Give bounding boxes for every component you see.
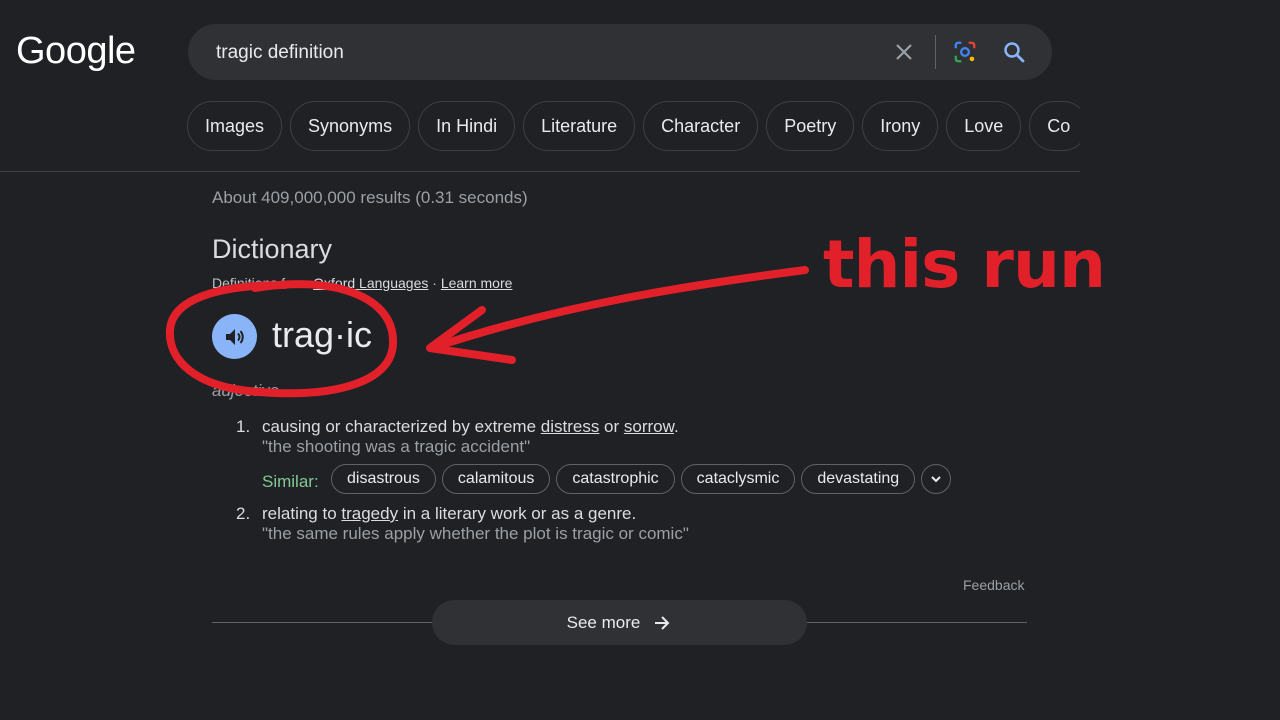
chip-truncated[interactable]: Co xyxy=(1029,101,1080,151)
similar-label: Similar: xyxy=(262,472,319,491)
feedback-link[interactable]: Feedback xyxy=(963,577,1024,593)
clear-icon[interactable] xyxy=(892,40,916,64)
chevron-down-icon xyxy=(931,476,941,483)
learn-more-link[interactable]: Learn more xyxy=(441,275,513,291)
see-more-label: See more xyxy=(566,612,641,632)
chip-irony[interactable]: Irony xyxy=(862,101,939,151)
chip-in-hindi[interactable]: In Hindi xyxy=(418,101,516,151)
source-separator: · xyxy=(432,275,437,291)
search-input[interactable] xyxy=(214,24,868,82)
definition-text: causing or characterized by extreme dist… xyxy=(262,417,679,437)
speaker-icon xyxy=(225,328,244,345)
sorrow-link[interactable]: sorrow xyxy=(624,417,674,436)
chip-love[interactable]: Love xyxy=(946,101,1022,151)
dictionary-title: Dictionary xyxy=(212,234,333,264)
oxford-languages-link[interactable]: Oxford Languages xyxy=(313,275,428,291)
see-more-divider-left xyxy=(212,622,432,623)
arrow-right-icon xyxy=(655,615,670,630)
definition-example: "the same rules apply whether the plot i… xyxy=(262,524,689,543)
part-of-speech: adjective xyxy=(212,381,280,400)
headword: trag·ic xyxy=(272,314,373,355)
annotation-arrow-head xyxy=(426,306,516,364)
distress-link[interactable]: distress xyxy=(541,417,600,436)
see-more-divider-right xyxy=(807,622,1027,623)
similar-chip[interactable]: calamitous xyxy=(441,464,551,494)
chip-character[interactable]: Character xyxy=(643,101,759,151)
definition-text-part: in a literary work or as a genre. xyxy=(398,504,637,523)
result-stats: About 409,000,000 results (0.31 seconds) xyxy=(212,188,528,207)
chip-images[interactable]: Images xyxy=(187,101,283,151)
definition-text: relating to tragedy in a literary work o… xyxy=(262,504,636,524)
search-bar[interactable] xyxy=(188,24,1052,82)
definition-number: 1. xyxy=(236,417,251,436)
chip-synonyms[interactable]: Synonyms xyxy=(290,101,411,151)
chip-literature[interactable]: Literature xyxy=(523,101,636,151)
expand-similar-button[interactable] xyxy=(921,464,952,494)
similar-chip[interactable]: cataclysmic xyxy=(680,464,796,494)
tragedy-link[interactable]: tragedy xyxy=(341,504,398,523)
google-logo[interactable]: Google xyxy=(16,30,136,73)
search-divider xyxy=(935,35,936,69)
annotation-text: this run xyxy=(823,226,1106,303)
similar-chip[interactable]: disastrous xyxy=(331,464,436,494)
source-prefix: Definitions from xyxy=(212,275,310,291)
similar-chip[interactable]: devastating xyxy=(801,464,916,494)
similar-chips: disastrous calamitous catastrophic cataclys… xyxy=(331,464,952,494)
definition-example: "the shooting was a tragic accident" xyxy=(262,437,531,456)
header-divider xyxy=(0,171,1080,172)
definition-text-part: relating to xyxy=(262,504,342,523)
pronunciation-button[interactable] xyxy=(212,314,257,359)
see-more-button[interactable]: See more xyxy=(432,600,807,645)
definition-text-part: or xyxy=(599,417,624,436)
definition-number: 2. xyxy=(236,504,251,523)
lens-icon[interactable] xyxy=(953,40,977,64)
definition-text-part: causing or characterized by extreme xyxy=(262,417,541,436)
search-icon[interactable] xyxy=(1002,40,1026,64)
chip-poetry[interactable]: Poetry xyxy=(766,101,855,151)
filter-chips: Images Synonyms In Hindi Literature Characte… xyxy=(187,101,1080,153)
definition-text-part: . xyxy=(673,417,679,436)
similar-chip[interactable]: catastrophic xyxy=(556,464,675,494)
dictionary-source: Definitions from Oxford Languages · Lear… xyxy=(212,275,512,291)
